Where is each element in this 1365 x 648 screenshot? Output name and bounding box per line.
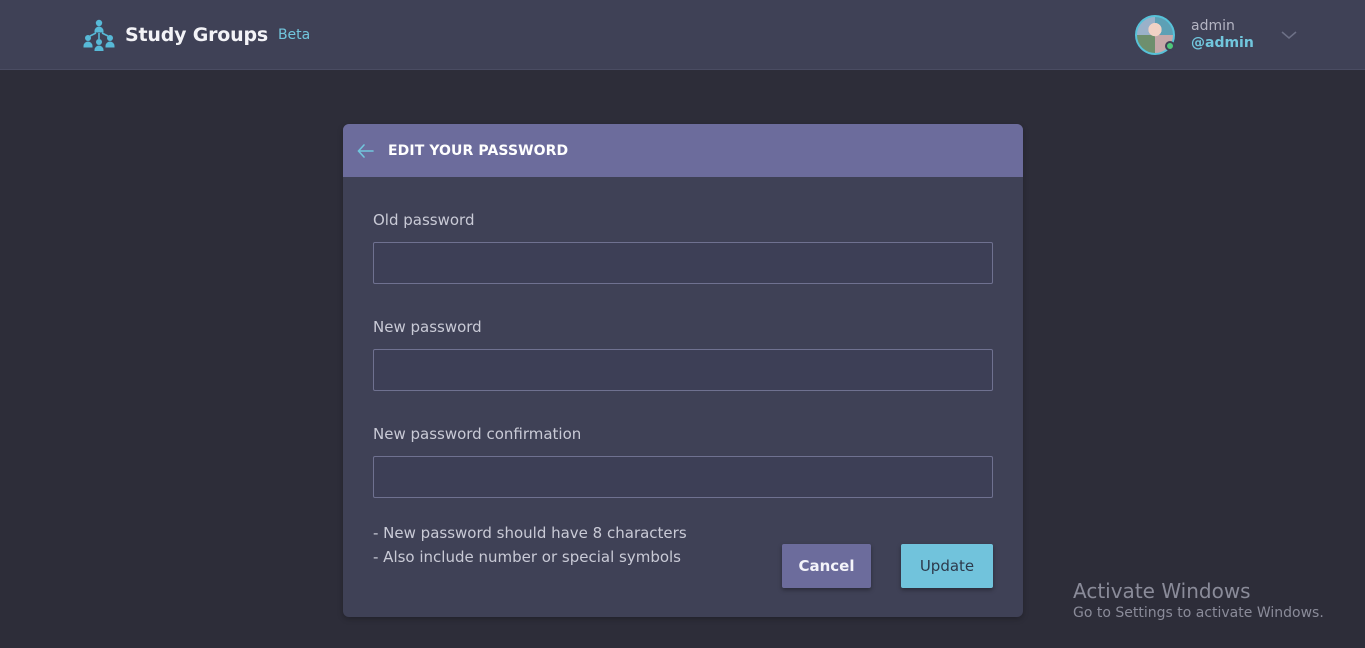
user-info: admin @admin bbox=[1191, 18, 1254, 52]
old-password-input[interactable] bbox=[373, 242, 993, 284]
user-menu[interactable]: admin @admin bbox=[1135, 14, 1298, 56]
confirm-password-label: New password confirmation bbox=[373, 425, 582, 443]
arrow-left-icon[interactable] bbox=[356, 141, 376, 161]
brand[interactable]: Study Groups Beta bbox=[82, 18, 310, 52]
online-status-dot bbox=[1165, 41, 1175, 51]
user-handle: @admin bbox=[1191, 35, 1254, 51]
edit-password-card: EDIT YOUR PASSWORD Old password New pass… bbox=[343, 124, 1023, 617]
hint-symbols: - Also include number or special symbols bbox=[373, 548, 681, 566]
brand-name: Study Groups bbox=[125, 24, 268, 46]
hint-length: - New password should have 8 characters bbox=[373, 524, 687, 542]
avatar[interactable] bbox=[1135, 15, 1175, 55]
cancel-button[interactable]: Cancel bbox=[782, 544, 871, 588]
password-form: Old password New password New password c… bbox=[343, 211, 1023, 569]
people-network-icon bbox=[83, 19, 115, 51]
chevron-down-icon[interactable] bbox=[1280, 26, 1298, 44]
activate-windows-watermark: Activate Windows Go to Settings to activ… bbox=[1073, 579, 1324, 623]
password-hints: - New password should have 8 characters … bbox=[373, 521, 993, 569]
update-button[interactable]: Update bbox=[901, 544, 993, 588]
user-name: admin bbox=[1191, 18, 1235, 34]
card-title: EDIT YOUR PASSWORD bbox=[388, 142, 569, 159]
watermark-subtitle: Go to Settings to activate Windows. bbox=[1073, 605, 1324, 621]
watermark-title: Activate Windows bbox=[1073, 579, 1251, 603]
confirm-password-input[interactable] bbox=[373, 456, 993, 498]
beta-badge: Beta bbox=[277, 27, 311, 43]
card-header: EDIT YOUR PASSWORD bbox=[343, 124, 1023, 177]
new-password-label: New password bbox=[373, 318, 482, 336]
top-navbar: Study Groups Beta admin @admin bbox=[0, 0, 1365, 70]
new-password-input[interactable] bbox=[373, 349, 993, 391]
old-password-label: Old password bbox=[373, 211, 475, 229]
